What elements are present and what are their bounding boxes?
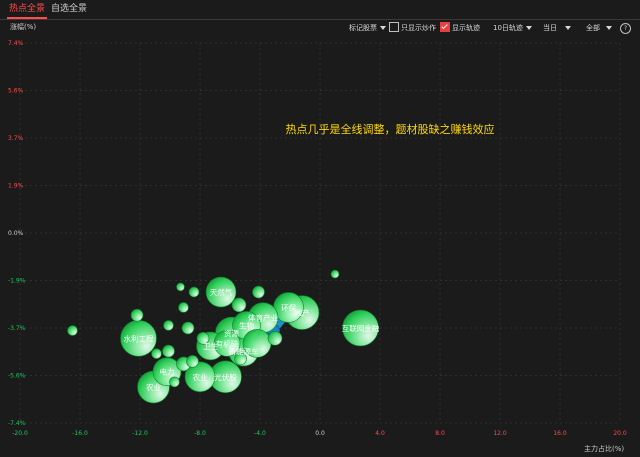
bubble-label: 新能源车 xyxy=(229,346,259,356)
x-tick-label: 8.0 xyxy=(435,430,445,437)
bubble-point xyxy=(163,320,174,331)
y-tick-label: 1.9% xyxy=(8,183,24,190)
bubble-point xyxy=(67,325,78,336)
x-tick-label: 20.0 xyxy=(613,430,627,437)
x-tick-label: -8.0 xyxy=(194,430,206,437)
bubble-label: 水利工程 xyxy=(124,333,154,343)
bubble-point xyxy=(181,321,195,335)
y-tick-label: 3.7% xyxy=(8,135,24,142)
y-tick-label: 5.6% xyxy=(8,88,24,95)
bubble-point xyxy=(231,297,247,313)
bubble-point xyxy=(151,348,162,359)
y-tick-label: -7.4% xyxy=(8,420,26,427)
y-tick-label: -3.7% xyxy=(8,325,26,332)
bubble-label: 光伏股 xyxy=(214,372,237,382)
bubble-label: 地产 xyxy=(295,308,310,318)
bubble-label: 电力 xyxy=(160,367,175,377)
axis-ticks: 7.4% 5.6% 3.7% 1.9% 0.0% -1.9% -3.7% -5.6% -7.4%… xyxy=(8,40,627,437)
y-tick-label: -1.9% xyxy=(8,278,26,285)
x-tick-label: -12.0 xyxy=(132,430,148,437)
bubble-label: 生物 xyxy=(239,320,254,330)
chart-grid xyxy=(19,42,621,424)
bubble-label: 农业 xyxy=(193,372,208,382)
x-tick-label: 4.0 xyxy=(375,430,385,437)
bubble-label: 互联网金融 xyxy=(342,323,380,333)
bubble-point xyxy=(176,282,185,292)
x-tick-label: -20.0 xyxy=(12,430,28,437)
bubble-point xyxy=(169,376,180,388)
y-tick-label: 7.4% xyxy=(8,40,24,47)
bubble-label: 农业 xyxy=(146,382,161,392)
bubble-point xyxy=(252,285,265,299)
y-tick-label: -5.6% xyxy=(8,373,26,380)
bubble-chart[interactable]: 7.4% 5.6% 3.7% 1.9% 0.0% -1.9% -3.7% -5.6% -7.4%… xyxy=(0,0,640,457)
bubble-point xyxy=(330,269,340,279)
x-tick-label: 0.0 xyxy=(315,430,325,437)
bubble-point xyxy=(178,302,189,313)
bubble-label: 环保 xyxy=(281,303,296,312)
x-tick-label: -16.0 xyxy=(72,430,88,437)
bubble-label: 资源 xyxy=(224,328,239,338)
bubble-point xyxy=(188,286,200,298)
chart-annotation: 热点几乎是全线调整，题材股缺之赚钱效应 xyxy=(286,122,495,136)
x-tick-label: 12.0 xyxy=(493,430,507,437)
bubble-point xyxy=(267,330,283,346)
bubble-point xyxy=(186,355,199,368)
x-tick-label: 16.0 xyxy=(553,430,567,437)
y-tick-label: 0.0% xyxy=(8,230,24,237)
bubble-point xyxy=(130,308,144,322)
x-axis-label: 主力占比(%) xyxy=(584,445,625,453)
bubble-point xyxy=(162,344,175,358)
x-tick-label: -4.0 xyxy=(254,430,266,437)
bubble-label: 天然气 xyxy=(210,287,233,297)
